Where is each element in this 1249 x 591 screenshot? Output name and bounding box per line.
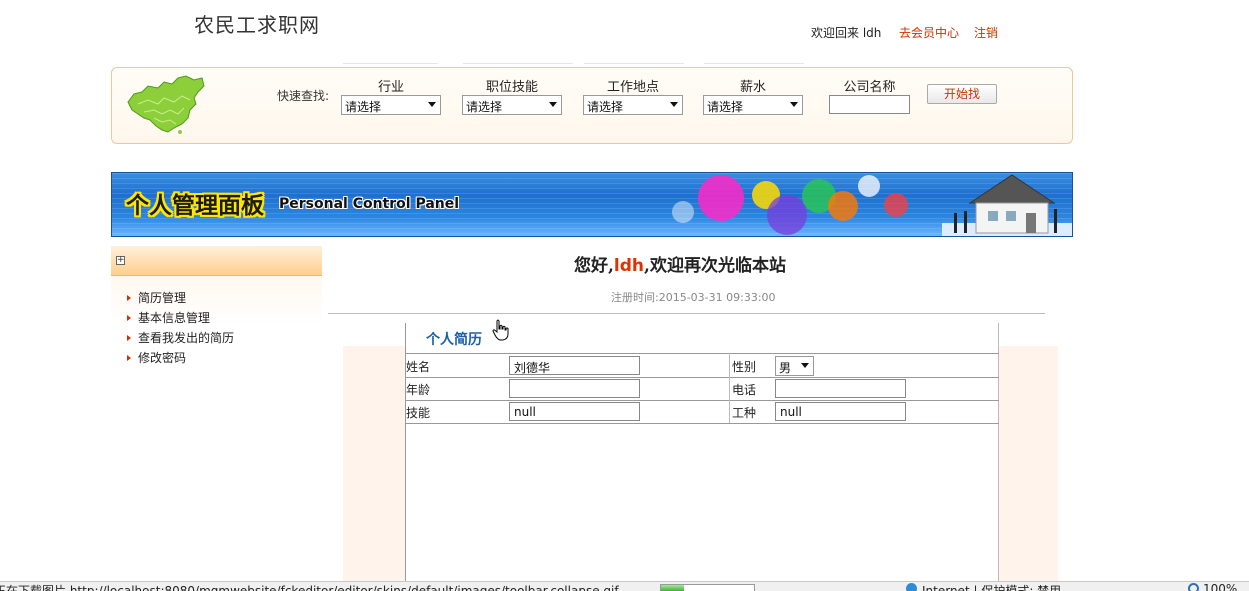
globe-icon <box>906 583 917 591</box>
location-select[interactable]: 请选择 <box>583 95 683 115</box>
china-map-icon <box>127 75 205 134</box>
row-divider <box>405 423 999 424</box>
skill-input[interactable]: null <box>509 402 640 421</box>
bullet-arrow-icon <box>127 315 131 321</box>
content-divider <box>328 313 1045 314</box>
banner-bubble <box>828 191 858 221</box>
sidebar-item-label: 简历管理 <box>138 291 187 305</box>
bullet-arrow-icon <box>127 295 131 301</box>
chevron-down-icon <box>549 102 557 107</box>
greeting-username: ldh <box>613 256 645 276</box>
chevron-down-icon <box>670 102 678 107</box>
logout-link[interactable]: 注销 <box>974 24 998 41</box>
industry-label: 行业 <box>377 80 404 95</box>
expand-icon[interactable]: + <box>116 256 125 265</box>
sidebar-item-label: 查看我发出的简历 <box>138 331 235 345</box>
industry-select[interactable]: 请选择 <box>341 95 441 115</box>
phone-label: 电话 <box>732 383 757 397</box>
greeting-suffix: ,欢迎再次光临本站 <box>644 256 786 276</box>
control-panel-banner: 个人管理面板 Personal Control Panel <box>111 172 1073 237</box>
sidebar-item-change-password[interactable]: 修改密码 <box>127 349 186 366</box>
download-status: 正在下载图片 http://localhost:8080/mgmwebsite/… <box>0 584 630 591</box>
skill-select[interactable]: 请选择 <box>462 95 562 115</box>
member-center-link[interactable]: 去会员中心 <box>899 24 959 41</box>
sidebar-item-sent-resumes[interactable]: 查看我发出的简历 <box>127 329 234 346</box>
download-progress-fill <box>661 585 685 591</box>
salary-select[interactable]: 请选择 <box>703 95 803 115</box>
sidebar-item-label: 修改密码 <box>138 351 187 365</box>
banner-bubble <box>672 201 694 223</box>
name-label: 姓名 <box>406 360 431 374</box>
welcome-text: 欢迎回来 ldh <box>811 26 882 40</box>
gender-select[interactable]: 男 <box>775 356 814 376</box>
chevron-down-icon <box>790 102 798 107</box>
start-search-button[interactable]: 开始找 <box>927 84 997 104</box>
industry-select-value: 请选择 <box>345 100 382 114</box>
skill-label: 技能 <box>406 406 431 420</box>
company-label: 公司名称 <box>843 80 896 95</box>
company-input[interactable] <box>829 95 910 114</box>
skill-select-value: 请选择 <box>466 100 503 114</box>
banner-bubble <box>884 193 908 217</box>
header-underline <box>584 63 684 64</box>
skill-label: 职位技能 <box>485 80 538 95</box>
age-input[interactable] <box>509 379 640 398</box>
banner-bubble <box>767 195 807 235</box>
house-icon <box>942 174 1072 236</box>
sidebar-item-basic-info[interactable]: 基本信息管理 <box>127 309 210 326</box>
worktype-label: 工种 <box>732 406 757 420</box>
gender-label: 性别 <box>732 360 757 374</box>
row-divider <box>405 400 999 401</box>
bullet-arrow-icon <box>127 355 131 361</box>
quick-search-label: 快速查找: <box>277 89 330 103</box>
greeting-prefix: 您好, <box>574 256 614 276</box>
name-input[interactable]: 刘德华 <box>509 356 640 375</box>
security-zone: Internet | 保护模式: 禁用 <box>922 584 1062 591</box>
salary-select-value: 请选择 <box>707 100 744 114</box>
chevron-down-icon <box>801 363 809 368</box>
status-bar: 正在下载图片 http://localhost:8080/mgmwebsite/… <box>0 581 1249 591</box>
zoom-level[interactable]: 100% <box>1203 582 1237 591</box>
salary-label: 薪水 <box>739 80 766 95</box>
row-divider <box>405 353 999 354</box>
header-underline <box>704 63 804 64</box>
banner-bubble <box>858 175 880 197</box>
resume-title: 个人简历 <box>426 332 482 348</box>
gender-select-value: 男 <box>779 361 792 375</box>
bullet-arrow-icon <box>127 335 131 341</box>
age-label: 年龄 <box>406 383 431 397</box>
sidebar-item-label: 基本信息管理 <box>138 311 211 325</box>
phone-input[interactable] <box>775 379 906 398</box>
zoom-icon[interactable] <box>1188 583 1199 591</box>
banner-title-en: Personal Control Panel <box>279 196 460 212</box>
download-progress <box>660 584 755 591</box>
register-time: 注册时间:2015-03-31 09:33:00 <box>611 291 776 304</box>
location-label: 工作地点 <box>606 80 659 95</box>
hand-cursor-icon <box>492 319 509 341</box>
header-underline <box>463 63 573 64</box>
sidebar-header <box>111 246 322 276</box>
greeting-heading: 您好,ldh,欢迎再次光临本站 <box>574 251 786 276</box>
sidebar-item-resume-management[interactable]: 简历管理 <box>127 289 186 306</box>
worktype-input[interactable]: null <box>775 402 906 421</box>
column-divider <box>729 353 730 423</box>
banner-bubble <box>698 175 744 221</box>
site-title: 农民工求职网 <box>194 13 320 37</box>
chevron-down-icon <box>428 102 436 107</box>
header-underline <box>343 63 438 64</box>
banner-title-cn: 个人管理面板 <box>126 193 264 219</box>
row-divider <box>405 377 999 378</box>
resume-panel <box>405 323 999 591</box>
location-select-value: 请选择 <box>587 100 624 114</box>
